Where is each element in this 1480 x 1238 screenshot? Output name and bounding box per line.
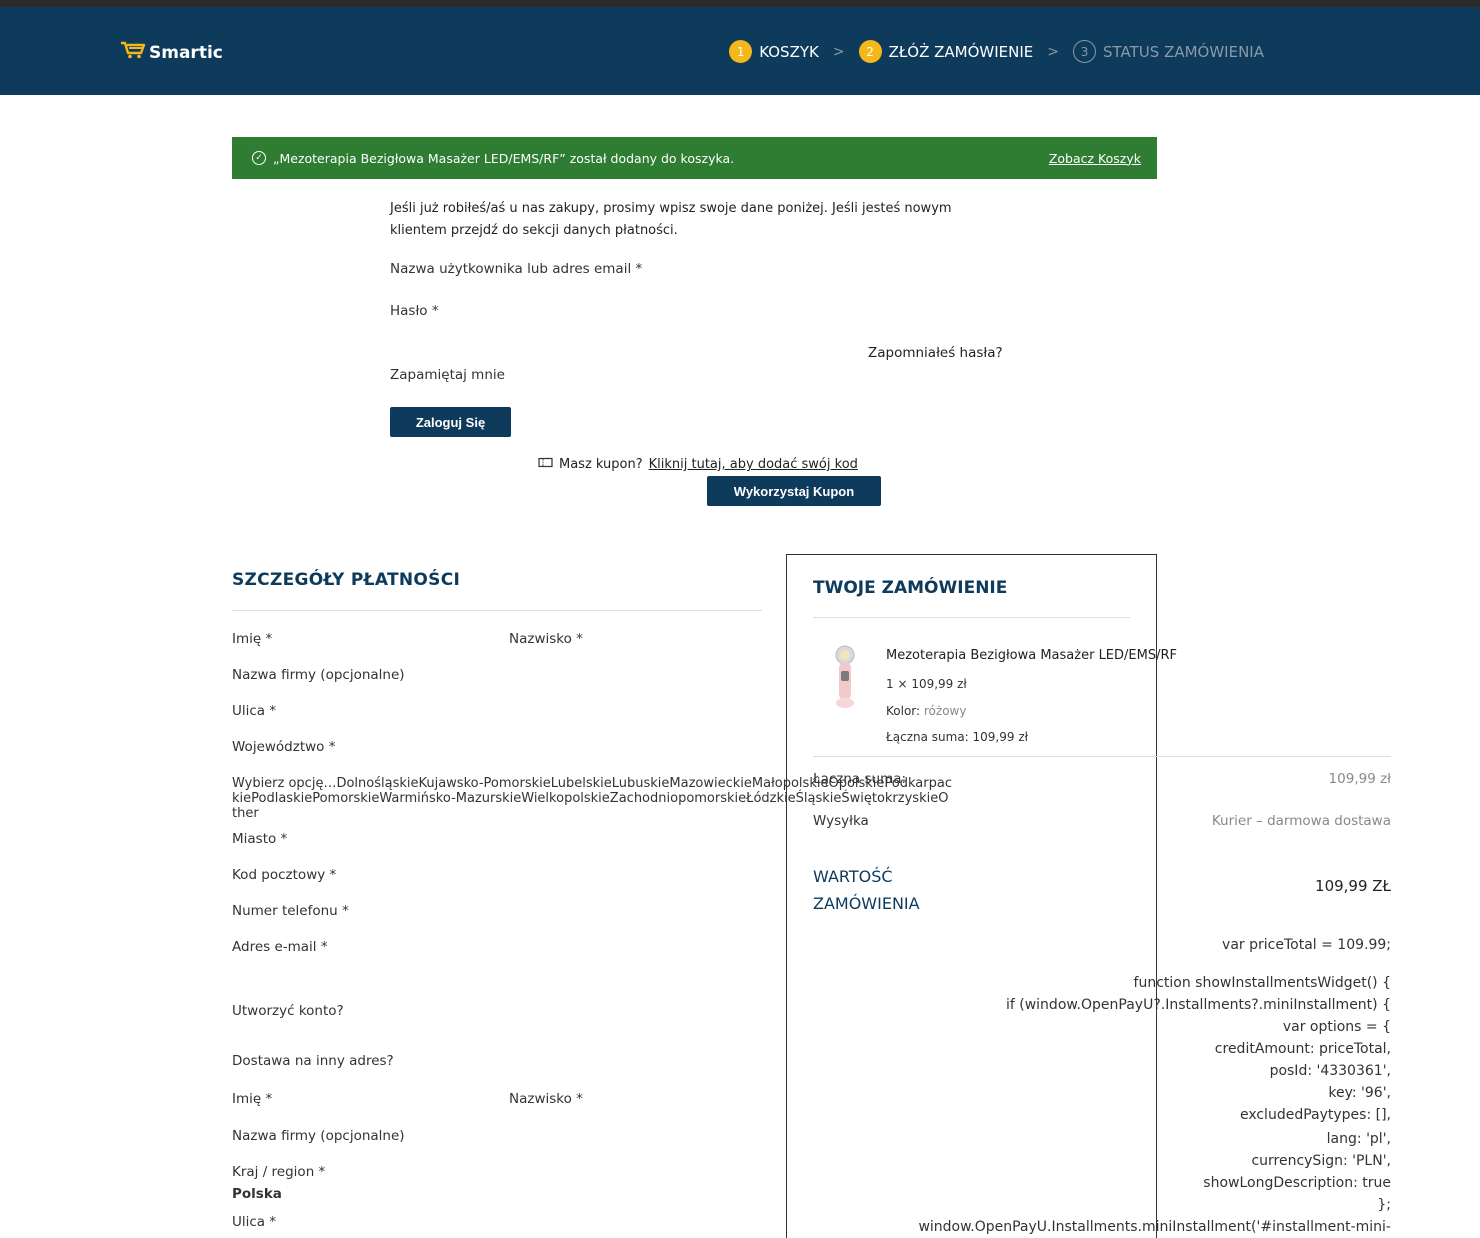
billing-postcode-label: Kod pocztowy *	[232, 867, 337, 883]
password-label: Hasło *	[390, 303, 439, 319]
remember-me-label[interactable]: Zapamiętaj mnie	[390, 367, 505, 383]
check-circle-icon: ✓	[252, 151, 266, 165]
script-line: creditAmount: priceTotal,	[1214, 1041, 1391, 1057]
script-line: var priceTotal = 109.99;	[1222, 937, 1391, 953]
product-name[interactable]: Mezoterapia Bezigłowa Masażer LED/EMS/RF	[886, 648, 1177, 663]
shipping-company-label: Nazwa firmy (opcjonalne)	[232, 1128, 405, 1144]
script-line: };	[1377, 1197, 1391, 1213]
billing-divider	[232, 610, 762, 611]
step-place-order[interactable]: 2 ZŁÓŻ ZAMÓWIENIE	[858, 40, 1034, 63]
script-line: lang: 'pl',	[1326, 1131, 1391, 1147]
billing-company-label: Nazwa firmy (opcjonalne)	[232, 667, 405, 683]
checkout-steps: 1 KOSZYK > 2 ZŁÓŻ ZAMÓWIENIE > 3 STATUS …	[729, 40, 1264, 63]
billing-street-label: Ulica *	[232, 703, 277, 719]
billing-city-label: Miasto *	[232, 831, 288, 847]
color-value: różowy	[923, 704, 967, 718]
order-total-value: 109,99 ZŁ	[1315, 877, 1391, 895]
order-total-label-line2: ZAMÓWIENIA	[813, 894, 920, 913]
script-line: posId: '4330361',	[1269, 1063, 1391, 1079]
script-line: window.OpenPayU.Installments.miniInstall…	[918, 1219, 1391, 1235]
step-label: KOSZYK	[759, 42, 819, 61]
script-line: if (window.OpenPayU?.Installments?.miniI…	[1005, 997, 1391, 1013]
shipping-value: Kurier – darmowa dostawa	[1211, 813, 1391, 829]
shipping-first-name-label: Imię *	[232, 1091, 273, 1107]
product-qty-price: 1 × 109,99 zł	[886, 677, 967, 691]
script-line: var options = {	[1282, 1019, 1391, 1035]
script-line: key: '96',	[1328, 1085, 1391, 1101]
step-label: ZŁÓŻ ZAMÓWIENIE	[888, 42, 1034, 61]
billing-title: SZCZEGÓŁY PŁATNOŚCI	[232, 570, 461, 590]
login-intro: Jeśli już robiłeś/aś u nas zakupy, prosi…	[390, 201, 952, 238]
billing-first-name-label: Imię *	[232, 631, 273, 647]
logo[interactable]: Smartic	[120, 41, 223, 64]
script-line: currencySign: 'PLN',	[1251, 1153, 1391, 1169]
country-label: Kraj / region *	[232, 1164, 326, 1180]
billing-last-name-label: Nazwisko *	[509, 631, 583, 647]
subtotal-label: Łączna suma:	[813, 771, 907, 787]
ticket-icon	[538, 457, 553, 472]
order-divider	[813, 617, 1130, 618]
logo-text: Smartic	[149, 42, 223, 63]
order-total-label-line1: WARTOŚĆ	[813, 867, 893, 886]
color-label: Kolor:	[886, 704, 921, 718]
site-header: Smartic 1 KOSZYK > 2 ZŁÓŻ ZAMÓWIENIE > 3…	[0, 7, 1480, 95]
totals-divider	[813, 756, 1391, 757]
coupon-prompt: Masz kupon? Kliknij tutaj, aby dodać swó…	[538, 457, 858, 472]
country-value: Polska	[232, 1186, 282, 1202]
product-line-total: Łączna suma: 109,99 zł	[886, 730, 1029, 744]
username-label: Nazwa użytkownika lub adres email *	[390, 261, 643, 277]
step-number: 3	[1073, 40, 1097, 63]
chevron-right-icon: >	[832, 43, 845, 60]
step-label: STATUS ZAMÓWIENIA	[1103, 42, 1264, 61]
chevron-right-icon: >	[1047, 43, 1060, 60]
order-title: TWOJE ZAMÓWIENIE	[813, 578, 1008, 598]
step-number: 1	[729, 40, 753, 63]
step-order-status: 3 STATUS ZAMÓWIENIA	[1073, 40, 1264, 63]
shipping-label: Wysyłka	[813, 813, 869, 829]
login-button[interactable]: Zaloguj Się	[390, 407, 511, 437]
script-line: function showInstallmentsWidget() {	[1133, 975, 1391, 991]
ship-different-address-label[interactable]: Dostawa na inny adres?	[232, 1053, 394, 1069]
billing-email-label: Adres e-mail *	[232, 939, 328, 955]
order-total-label: WARTOŚĆ ZAMÓWIENIA	[813, 863, 920, 917]
billing-phone-label: Numer telefonu *	[232, 903, 349, 919]
step-cart[interactable]: 1 KOSZYK	[729, 40, 819, 63]
create-account-label[interactable]: Utworzyć konto?	[232, 1003, 344, 1019]
notice-message: „Mezoterapia Bezigłowa Masażer LED/EMS/R…	[273, 150, 735, 166]
product-color: Kolor: różowy	[886, 704, 966, 718]
cart-notice: ✓ „Mezoterapia Bezigłowa Masażer LED/EMS…	[232, 137, 1157, 179]
script-line: excludedPaytypes: [],	[1239, 1107, 1391, 1123]
coupon-question: Masz kupon?	[559, 457, 643, 472]
step-number: 2	[858, 40, 882, 63]
shipping-street-label: Ulica *	[232, 1214, 277, 1230]
coupon-link[interactable]: Kliknij tutaj, aby dodać swój kod	[649, 457, 858, 472]
cart-logo-icon	[120, 41, 146, 64]
subtotal-value: 109,99 zł	[1328, 771, 1391, 787]
product-image	[829, 643, 861, 711]
shipping-last-name-label: Nazwisko *	[509, 1091, 583, 1107]
forgot-password-link[interactable]: Zapomniałeś hasła?	[868, 345, 1003, 361]
view-cart-link[interactable]: Zobacz Koszyk	[1049, 151, 1141, 166]
apply-coupon-button[interactable]: Wykorzystaj Kupon	[707, 476, 881, 506]
billing-province-label: Województwo *	[232, 739, 336, 755]
top-strip	[0, 0, 1480, 7]
script-line: showLongDescription: true	[1203, 1175, 1391, 1191]
